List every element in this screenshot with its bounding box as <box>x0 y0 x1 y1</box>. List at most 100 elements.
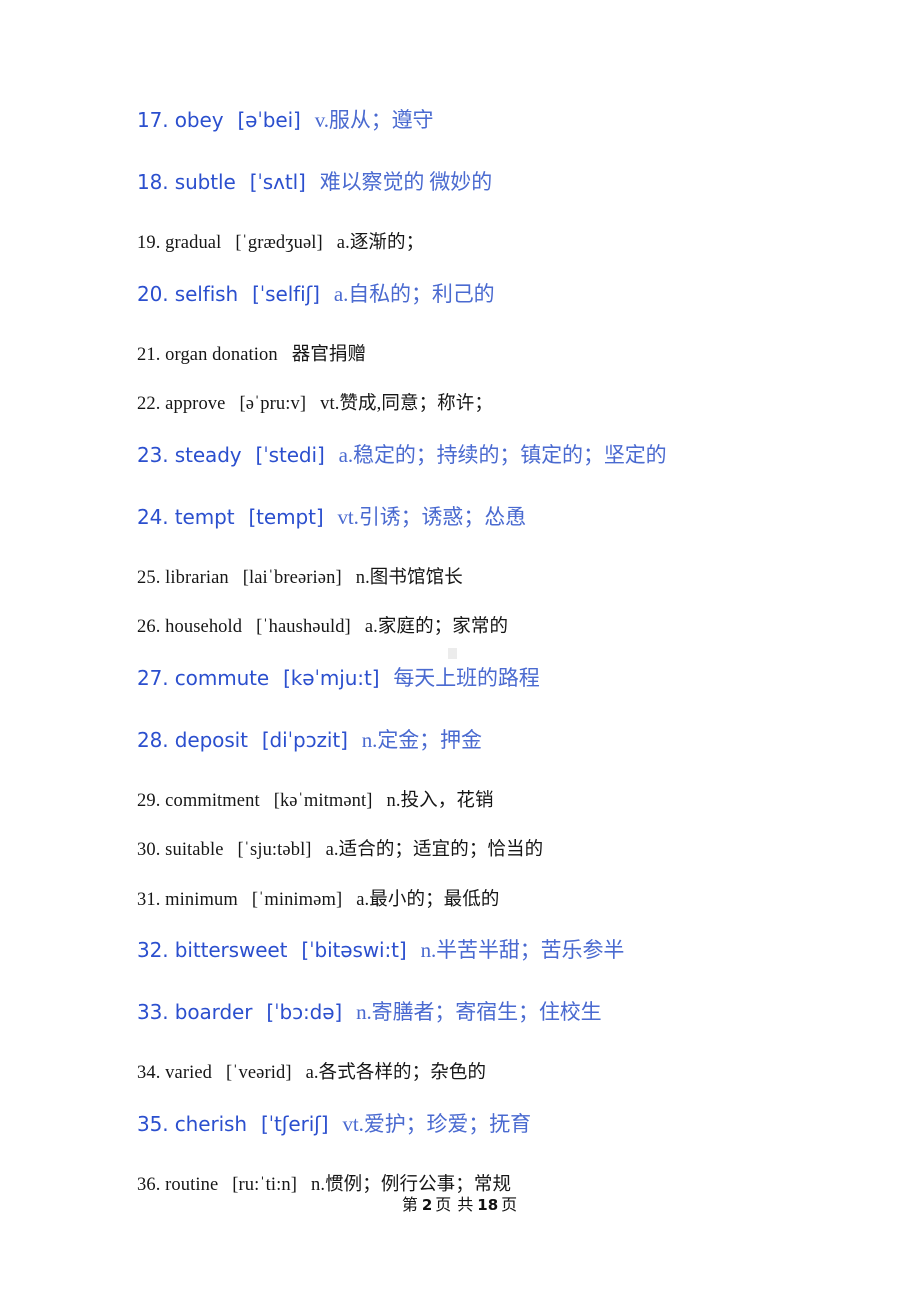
entry-word: cherish <box>174 1111 247 1136</box>
vocab-entry: 23. steady [ˈstedi] a.稳定的；持续的；镇定的；坚定的 <box>137 442 877 467</box>
vocab-entry: 32. bittersweet [ˈbitəswi:t] n.半苦半甜；苦乐参半 <box>137 940 877 961</box>
entry-number: 31. <box>137 889 161 910</box>
entry-pronunciation: [ˈsʌtl] <box>249 170 306 194</box>
vocab-entry: 19. gradual [ˈgrædʒuəl] a.逐渐的； <box>137 234 877 253</box>
entry-pronunciation: [kəˈmju:t] <box>283 665 380 690</box>
entry-number: 29. <box>137 790 161 811</box>
vocab-entry: 33. boarder [ˈbɔ:də] n.寄膳者；寄宿生；住校生 <box>137 1002 877 1023</box>
scan-artifact <box>448 648 457 659</box>
entry-word: varied <box>165 1063 212 1083</box>
entry-number: 33. <box>137 1000 169 1024</box>
entry-number: 27. <box>137 665 169 690</box>
entry-number: 22. <box>137 394 161 414</box>
entry-pronunciation: [ˈbɔ:də] <box>266 1000 343 1024</box>
vocab-entry: 18. subtle [ˈsʌtl] 难以察觉的 微妙的 <box>137 172 877 193</box>
vocab-entry: 31. minimum [ˈminiməm] a.最小的；最低的 <box>137 889 877 910</box>
entry-part-of-speech: n. <box>355 567 370 588</box>
vocab-entry: 17. obey [əˈbei] v.服从；遵守 <box>137 110 877 131</box>
entry-gloss: 最小的；最低的 <box>369 889 500 910</box>
entry-gloss: 服从；遵守 <box>328 108 434 132</box>
entry-number: 35. <box>137 1111 169 1136</box>
entry-gloss: 定金；押金 <box>377 727 482 752</box>
entry-gloss: 投入，花销 <box>400 790 494 811</box>
footer-prefix: 第 <box>401 1197 419 1214</box>
entry-gloss: 每天上班的路程 <box>393 665 540 690</box>
entry-pronunciation: [ˈbitəswi:t] <box>301 938 407 962</box>
entry-part-of-speech: a. <box>305 1063 319 1083</box>
entry-number: 25. <box>137 567 161 588</box>
entry-number: 23. <box>137 442 169 467</box>
entry-word: commitment <box>165 790 260 811</box>
entry-part-of-speech: a. <box>336 233 350 253</box>
entry-number: 17. <box>137 108 169 132</box>
entry-part-of-speech: a. <box>338 442 354 467</box>
footer-current-page: 2 <box>421 1196 433 1214</box>
entry-pronunciation: [tempt] <box>248 504 324 529</box>
vocabulary-list: 17. obey [əˈbei] v.服从；遵守 18. subtle [ˈsʌtl] 难… <box>137 110 877 1225</box>
entry-word: subtle <box>174 170 236 194</box>
vocab-entry: 34. varied [ˈveərid] a.各式各样的；杂色的 <box>137 1064 877 1083</box>
entry-gloss: 赞成,同意；称许； <box>339 394 493 414</box>
vocab-entry: 28. deposit [diˈpɔzit] n.定金；押金 <box>137 727 877 752</box>
vocab-entry: 20. selfish [ˈselfiʃ] a.自私的；利己的 <box>137 281 877 306</box>
entry-word: suitable <box>165 840 224 860</box>
entry-number: 19. <box>137 233 161 253</box>
entry-pronunciation: [əˈpru:v] <box>239 394 307 414</box>
entry-part-of-speech: vt. <box>320 394 340 414</box>
vocab-entry: 29. commitment [kəˈmitmənt] n.投入，花销 <box>137 790 877 811</box>
entry-word: librarian <box>165 567 229 588</box>
entry-word: minimum <box>165 889 238 910</box>
entry-pronunciation: [ˈminiməm] <box>251 889 343 910</box>
entry-gloss: 图书馆馆长 <box>369 567 463 588</box>
entry-pronunciation: [kəˈmitmənt] <box>273 790 373 811</box>
vocab-entry: 22. approve [əˈpru:v] vt.赞成,同意；称许； <box>137 395 877 414</box>
entry-gloss: 逐渐的； <box>349 233 425 253</box>
entry-part-of-speech: n. <box>356 1000 372 1024</box>
entry-pronunciation: [ˈhaushəuld] <box>256 617 351 637</box>
entry-pronunciation: [ˈselfiʃ] <box>252 281 320 306</box>
entry-gloss: 引诱；诱惑；怂恿 <box>358 504 527 529</box>
entry-number: 21. <box>137 344 161 365</box>
entry-gloss: 家庭的；家常的 <box>377 617 509 637</box>
document-page: 17. obey [əˈbei] v.服从；遵守 18. subtle [ˈsʌtl] 难… <box>0 0 920 1302</box>
entry-word: gradual <box>165 233 222 253</box>
entry-pronunciation: [ˈtʃeriʃ] <box>260 1111 329 1136</box>
entry-word: steady <box>174 442 242 467</box>
entry-part-of-speech: n. <box>386 790 401 811</box>
entry-part-of-speech: n. <box>361 727 378 752</box>
vocab-entry: 24. tempt [tempt] vt.引诱；诱惑；怂恿 <box>137 504 877 529</box>
entry-word: commute <box>174 665 270 690</box>
entry-word: bittersweet <box>174 938 288 962</box>
vocab-entry: 35. cherish [ˈtʃeriʃ] vt.爱护；珍爱；抚育 <box>137 1111 877 1136</box>
entry-gloss: 各式各样的；杂色的 <box>318 1063 487 1083</box>
entry-part-of-speech: vt. <box>337 504 359 529</box>
entry-number: 32. <box>137 938 169 962</box>
entry-part-of-speech: a. <box>364 617 378 637</box>
vocab-entry: 21. organ donation 器官捐赠 <box>137 344 877 365</box>
entry-number: 30. <box>137 840 161 860</box>
entry-part-of-speech: a. <box>356 889 370 910</box>
vocab-entry: 27. commute [kəˈmju:t] 每天上班的路程 <box>137 665 877 690</box>
entry-number: 28. <box>137 727 169 752</box>
vocab-entry: 26. household [ˈhaushəuld] a.家庭的；家常的 <box>137 618 877 637</box>
vocab-entry: 30. suitable [ˈsju:təbl] a.适合的；适宜的；恰当的 <box>137 841 877 860</box>
entry-word: approve <box>165 394 226 414</box>
footer-total-pages: 18 <box>477 1196 499 1214</box>
entry-gloss: 难以察觉的 微妙的 <box>319 170 493 194</box>
entry-gloss: 适合的；适宜的；恰当的 <box>338 840 544 860</box>
entry-gloss: 器官捐赠 <box>291 344 367 365</box>
vocab-entry: 25. librarian [laiˈbreəriən] n.图书馆馆长 <box>137 567 877 588</box>
entry-number: 26. <box>137 617 161 637</box>
entry-word: obey <box>174 108 224 132</box>
entry-word: boarder <box>174 1000 253 1024</box>
entry-number: 24. <box>137 504 169 529</box>
entry-number: 34. <box>137 1063 161 1083</box>
entry-part-of-speech: a. <box>325 840 339 860</box>
entry-part-of-speech: n. <box>420 938 437 962</box>
entry-part-of-speech: v. <box>314 108 329 132</box>
entry-word: household <box>165 617 243 637</box>
entry-pronunciation: [ˈgrædʒuəl] <box>235 233 323 253</box>
entry-gloss: 半苦半甜；苦乐参半 <box>436 938 625 962</box>
entry-pronunciation: [ˈstedi] <box>255 442 325 467</box>
entry-gloss: 自私的；利己的 <box>348 281 495 306</box>
